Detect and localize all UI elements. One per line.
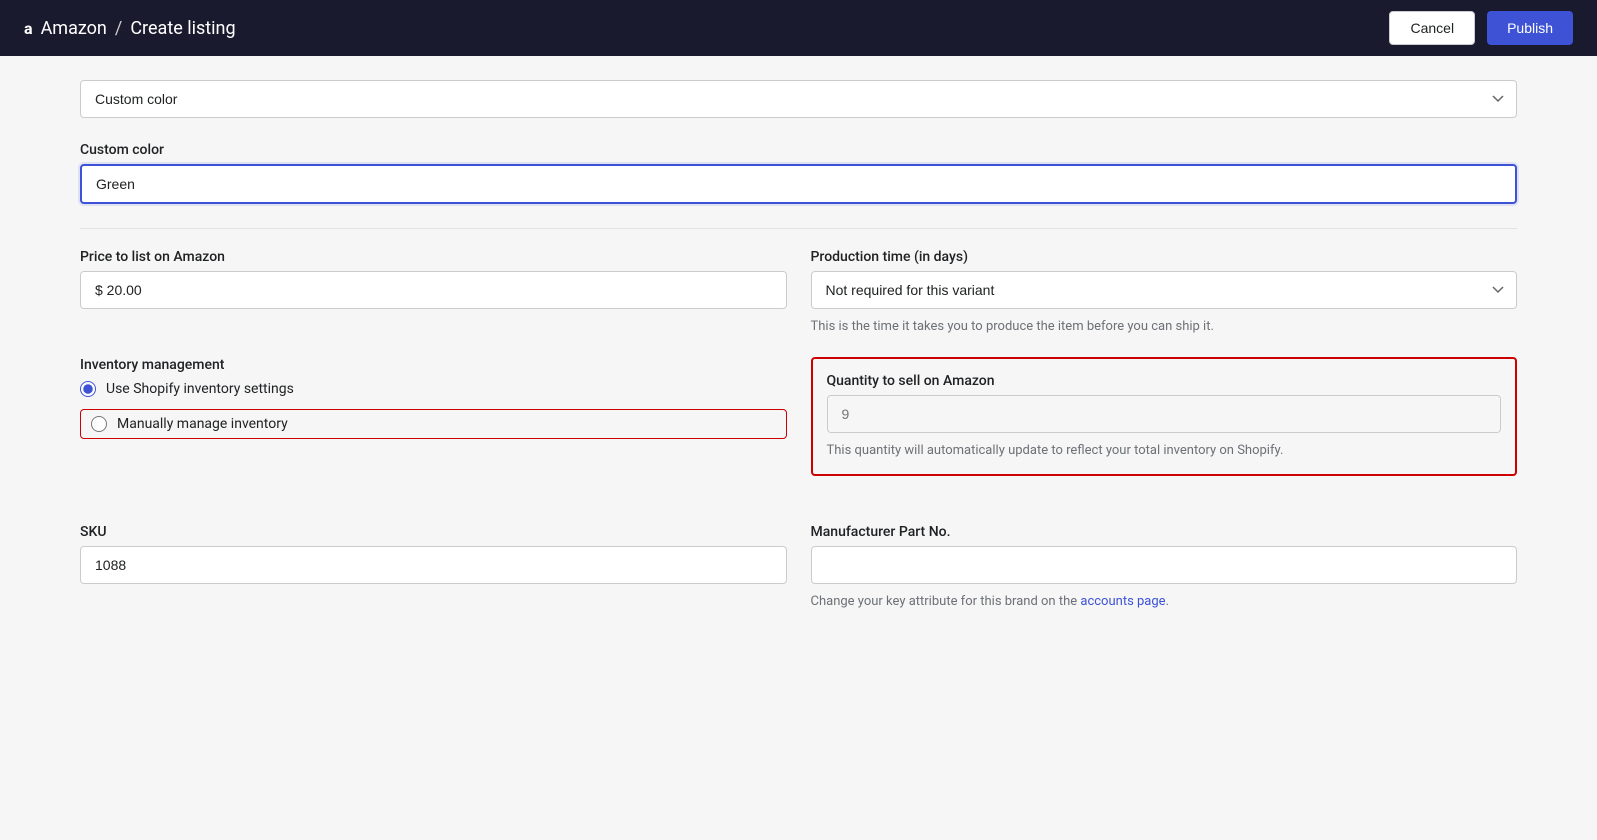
production-time-section: Production time (in days) Not required f… bbox=[811, 249, 1518, 337]
custom-color-section: Custom color bbox=[80, 142, 1517, 204]
divider-1 bbox=[80, 228, 1517, 229]
radio-manual[interactable]: Manually manage inventory bbox=[80, 409, 787, 439]
inventory-quantity-row: Inventory management Use Shopify invento… bbox=[80, 357, 1517, 477]
sku-label: SKU bbox=[80, 524, 787, 540]
production-time-help: This is the time it takes you to produce… bbox=[811, 317, 1518, 337]
inventory-management-section: Inventory management Use Shopify invento… bbox=[80, 357, 787, 477]
breadcrumb-separator: / bbox=[115, 18, 122, 39]
price-label: Price to list on Amazon bbox=[80, 249, 787, 265]
cancel-button[interactable]: Cancel bbox=[1389, 11, 1475, 45]
production-time-dropdown[interactable]: Not required for this variant 1 day 2 da… bbox=[811, 271, 1518, 309]
radio-manual-label: Manually manage inventory bbox=[117, 416, 288, 432]
price-production-row: Price to list on Amazon Production time … bbox=[80, 249, 1517, 337]
custom-color-label: Custom color bbox=[80, 142, 1517, 158]
main-content: Custom color Custom color Price to list … bbox=[0, 56, 1597, 636]
brand-name: Amazon bbox=[41, 18, 107, 39]
amazon-logo: a bbox=[24, 19, 33, 38]
inventory-radio-group: Use Shopify inventory settings Manually … bbox=[80, 381, 787, 439]
quantity-label: Quantity to sell on Amazon bbox=[827, 373, 1502, 389]
production-time-label: Production time (in days) bbox=[811, 249, 1518, 265]
sku-input[interactable] bbox=[80, 546, 787, 584]
radio-shopify[interactable]: Use Shopify inventory settings bbox=[80, 381, 787, 397]
publish-button[interactable]: Publish bbox=[1487, 11, 1573, 45]
header-actions: Cancel Publish bbox=[1389, 11, 1573, 45]
accounts-page-link[interactable]: accounts page bbox=[1080, 594, 1165, 609]
radio-shopify-input[interactable] bbox=[80, 381, 96, 397]
page-header: a Amazon / Create listing Cancel Publish bbox=[0, 0, 1597, 56]
custom-color-input[interactable] bbox=[80, 164, 1517, 204]
breadcrumb: a Amazon / Create listing bbox=[24, 18, 236, 39]
radio-manual-input[interactable] bbox=[91, 416, 107, 432]
quantity-input[interactable] bbox=[827, 395, 1502, 433]
sku-manufacturer-row: SKU Manufacturer Part No. Change your ke… bbox=[80, 524, 1517, 612]
manufacturer-section: Manufacturer Part No. Change your key at… bbox=[811, 524, 1518, 612]
radio-shopify-label: Use Shopify inventory settings bbox=[106, 381, 294, 397]
page-title: Create listing bbox=[130, 18, 235, 39]
manufacturer-help-suffix: . bbox=[1166, 594, 1169, 609]
inventory-management-label: Inventory management bbox=[80, 357, 787, 373]
manufacturer-help-prefix: Change your key attribute for this brand… bbox=[811, 594, 1081, 609]
quantity-section: Quantity to sell on Amazon This quantity… bbox=[811, 357, 1518, 477]
manufacturer-help: Change your key attribute for this brand… bbox=[811, 592, 1518, 612]
manufacturer-label: Manufacturer Part No. bbox=[811, 524, 1518, 540]
top-color-dropdown[interactable]: Custom color bbox=[80, 80, 1517, 118]
manufacturer-input[interactable] bbox=[811, 546, 1518, 584]
sku-section: SKU bbox=[80, 524, 787, 612]
price-input[interactable] bbox=[80, 271, 787, 309]
top-color-dropdown-wrapper: Custom color bbox=[80, 80, 1517, 118]
price-section: Price to list on Amazon bbox=[80, 249, 787, 337]
quantity-help: This quantity will automatically update … bbox=[827, 441, 1502, 461]
